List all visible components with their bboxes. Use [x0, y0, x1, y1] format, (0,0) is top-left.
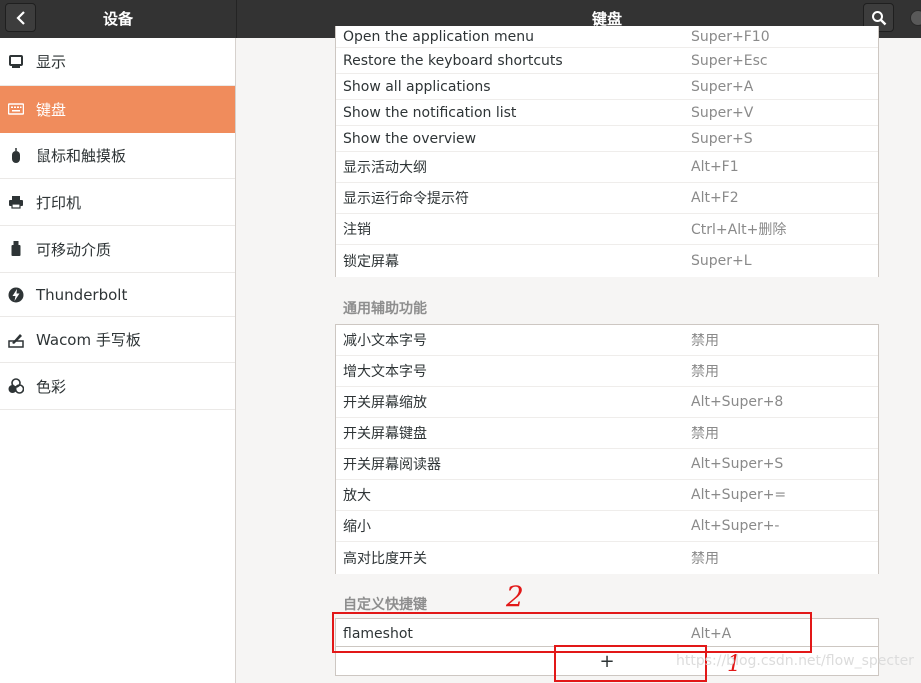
sidebar-item-thunderbolt[interactable]: Thunderbolt: [0, 273, 235, 317]
sidebar-item-label: Wacom 手写板: [36, 331, 141, 349]
shortcut-row[interactable]: 放大 Alt+Super+=: [336, 480, 878, 511]
sidebar-item-removable-media[interactable]: 可移动介质: [0, 226, 235, 273]
shortcut-row[interactable]: 开关屏幕缩放 Alt+Super+8: [336, 387, 878, 418]
search-icon: [871, 10, 886, 25]
sidebar: 显示 键盘 鼠标和触摸板 打印机 可移动介质 Thunderbolt Wacom…: [0, 38, 236, 683]
sidebar-item-wacom[interactable]: Wacom 手写板: [0, 317, 235, 363]
sidebar-item-color[interactable]: 色彩: [0, 363, 235, 410]
keyboard-icon: [8, 101, 24, 117]
shortcut-row[interactable]: 显示运行命令提示符 Alt+F2: [336, 183, 878, 214]
sidebar-item-label: Thunderbolt: [36, 285, 128, 304]
usb-drive-icon: [8, 241, 24, 257]
sidebar-item-label: 鼠标和触摸板: [36, 147, 127, 165]
shortcut-row[interactable]: 注销 Ctrl+Alt+删除: [336, 214, 878, 245]
shortcut-row[interactable]: 开关屏幕键盘 禁用: [336, 418, 878, 449]
section-heading-custom: 自定义快捷键: [343, 597, 427, 613]
sidebar-item-display[interactable]: 显示: [0, 38, 235, 86]
printer-icon: [8, 194, 24, 210]
keyboard-shortcuts-panel: Open the application menu Super+F10 Rest…: [237, 26, 921, 683]
tablet-icon: [8, 332, 24, 348]
shortcut-row[interactable]: 锁定屏幕 Super+L: [336, 245, 878, 277]
shortcut-row[interactable]: Show the overview Super+S: [336, 126, 878, 152]
sidebar-item-keyboard[interactable]: 键盘: [0, 86, 235, 133]
color-icon: [8, 378, 24, 394]
shortcut-row[interactable]: 开关屏幕阅读器 Alt+Super+S: [336, 449, 878, 480]
sidebar-item-printer[interactable]: 打印机: [0, 179, 235, 226]
section-heading-accessibility: 通用辅助功能: [343, 301, 427, 317]
sidebar-item-label: 色彩: [36, 377, 67, 396]
shortcut-row[interactable]: 减小文本字号 禁用: [336, 325, 878, 356]
shortcut-row[interactable]: Show all applications Super+A: [336, 74, 878, 100]
shortcut-row[interactable]: 增大文本字号 禁用: [336, 356, 878, 387]
accessibility-shortcuts-list: 减小文本字号 禁用 增大文本字号 禁用 开关屏幕缩放 Alt+Super+8 开…: [335, 324, 879, 574]
window-control-button[interactable]: [910, 10, 921, 26]
thunderbolt-icon: [8, 287, 24, 303]
shortcut-row[interactable]: 缩小 Alt+Super+-: [336, 511, 878, 542]
system-shortcuts-list: Open the application menu Super+F10 Rest…: [335, 26, 879, 277]
sidebar-title: 设备: [102, 10, 133, 28]
sidebar-item-label: 键盘: [36, 100, 67, 119]
sidebar-item-mouse[interactable]: 鼠标和触摸板: [0, 133, 235, 179]
shortcut-row[interactable]: Open the application menu Super+F10: [336, 26, 878, 48]
shortcut-row[interactable]: Restore the keyboard shortcuts Super+Esc: [336, 48, 878, 74]
annotation-number-2: 2: [506, 580, 524, 613]
sidebar-item-label: 打印机: [36, 193, 82, 212]
watermark: https://blog.csdn.net/flow_specter: [676, 653, 914, 669]
mouse-icon: [8, 147, 24, 164]
sidebar-item-label: 可移动介质: [36, 240, 112, 259]
display-icon: [8, 54, 24, 70]
sidebar-item-label: 显示: [36, 53, 67, 71]
shortcut-row[interactable]: 显示活动大纲 Alt+F1: [336, 152, 878, 183]
shortcut-row[interactable]: Show the notification list Super+V: [336, 100, 878, 126]
shortcut-row[interactable]: 高对比度开关 禁用: [336, 542, 878, 574]
